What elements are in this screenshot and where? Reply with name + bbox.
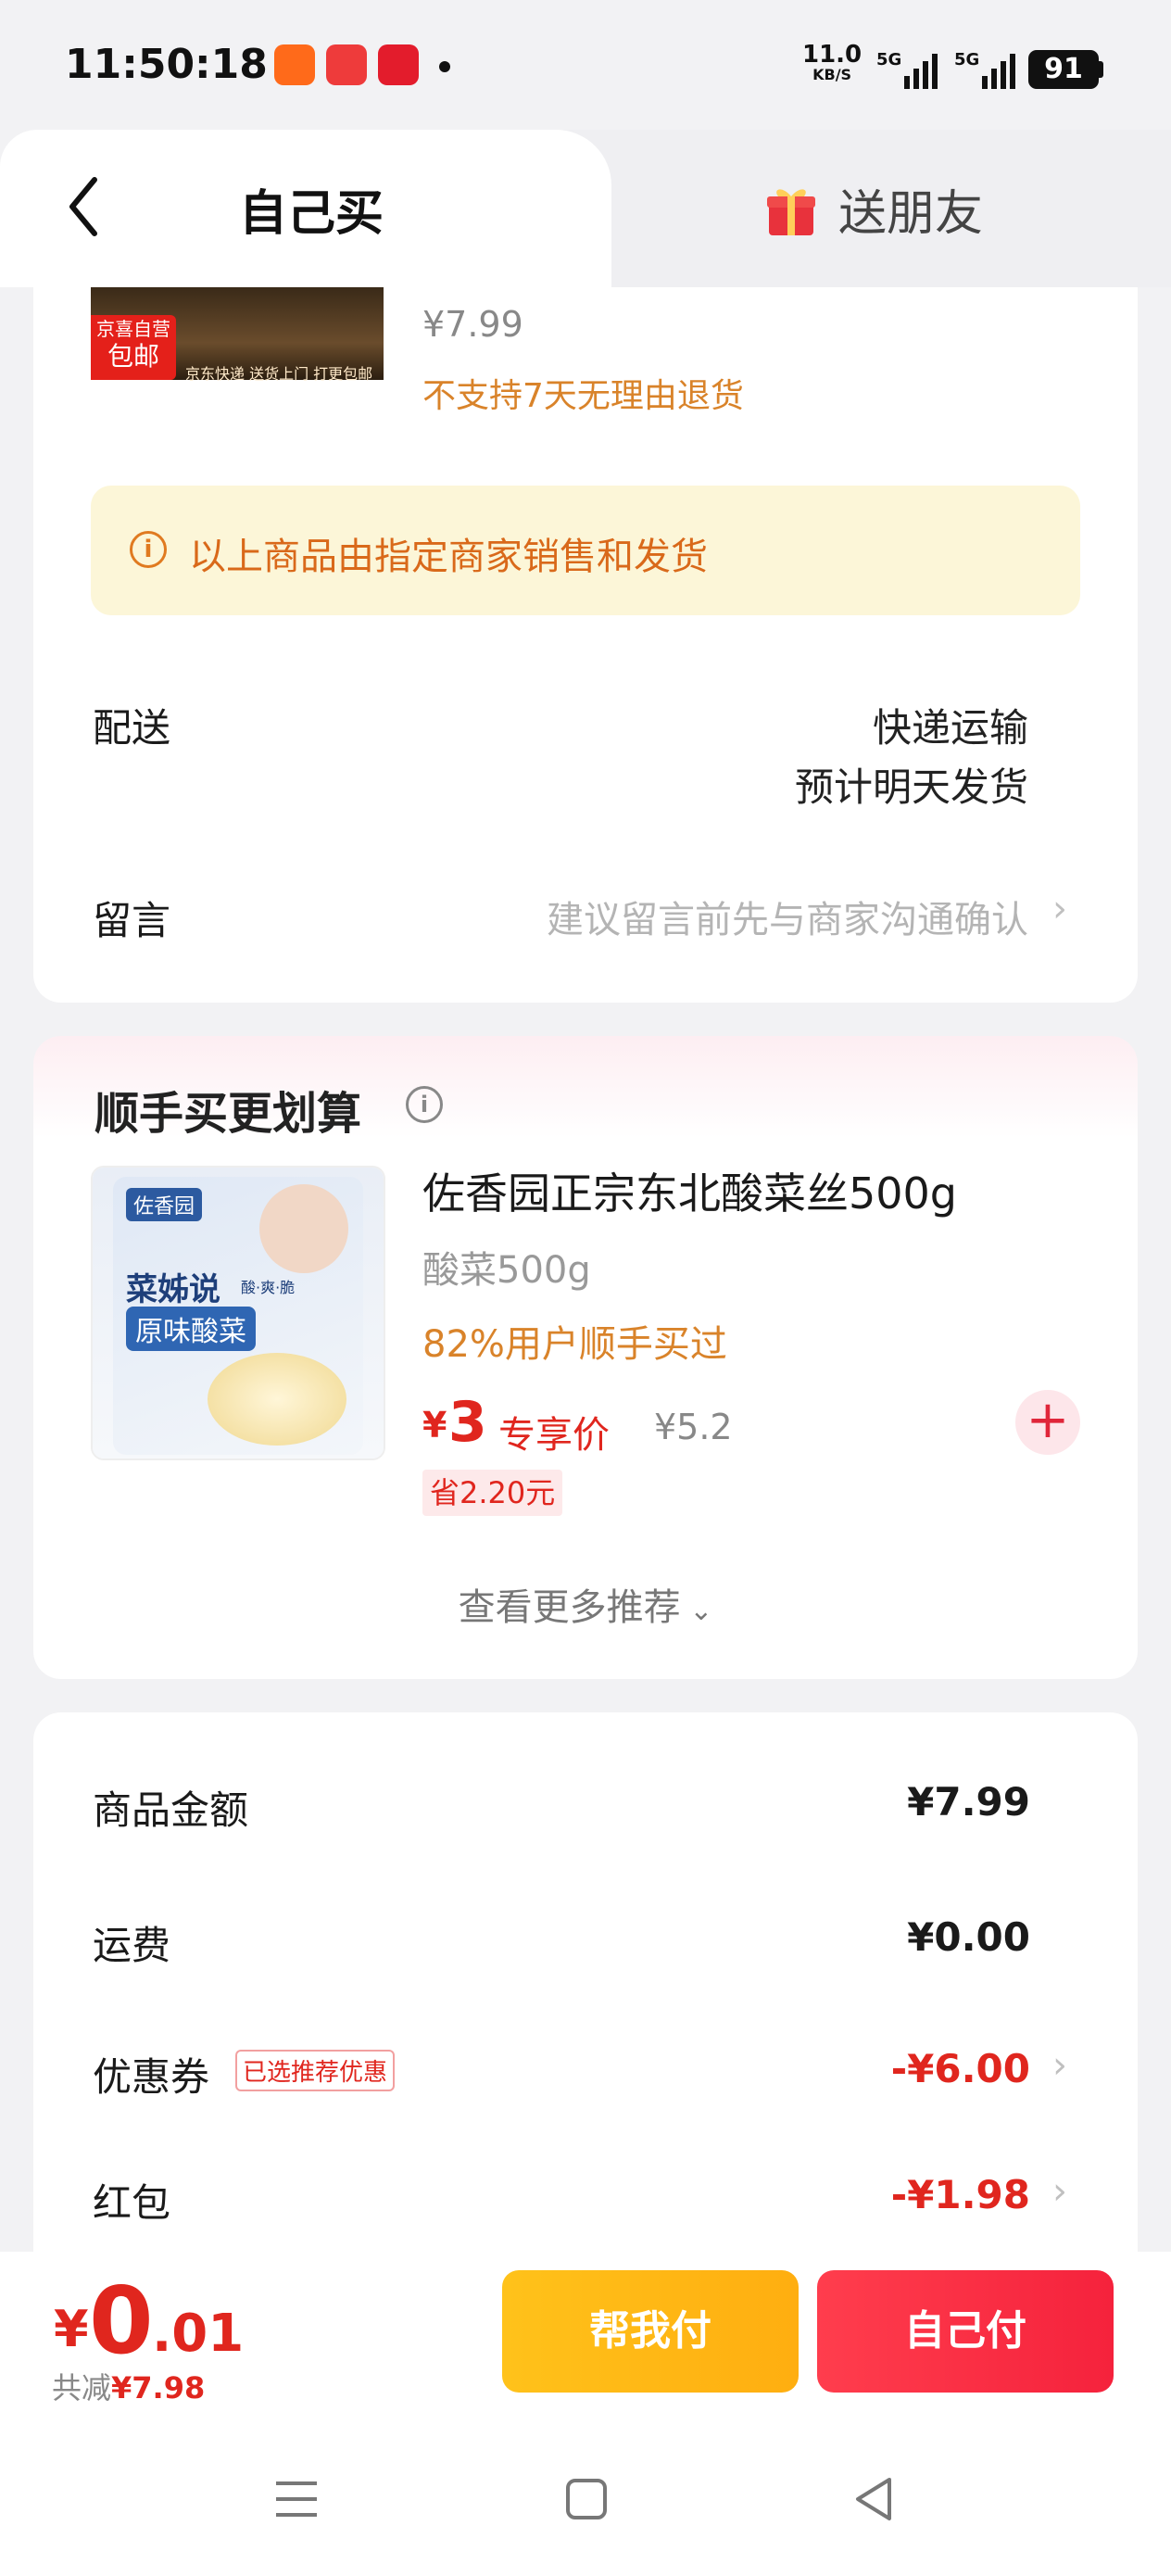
redpacket-value[interactable]: -¥1.98: [891, 2172, 1030, 2217]
clock: 11:50:18: [65, 41, 268, 88]
chevron-down-icon: ⌄: [680, 1595, 713, 1627]
coupon-value[interactable]: -¥6.00: [891, 2046, 1030, 2091]
save-badge: 省2.20元: [422, 1470, 563, 1516]
recommend-product-name[interactable]: 佐香园正宗东北酸菜丝500g: [422, 1160, 957, 1221]
recommend-product-image[interactable]: 佐香园 菜姊说 酸·爽·脆 原味酸菜: [91, 1166, 385, 1460]
badge-line2: 包邮: [107, 341, 159, 372]
message-label: 留言: [93, 898, 171, 943]
tab-self[interactable]: 自己买: [239, 174, 384, 244]
coupon-label: 优惠券: [93, 2054, 210, 2100]
pack-sub: 酸·爽·脆: [241, 1279, 296, 1296]
more-recommend-link[interactable]: 查看更多推荐 ⌄: [0, 1577, 1171, 1631]
total-integer: 0: [89, 2267, 154, 2375]
reduction-value: ¥7.98: [111, 2370, 206, 2406]
pack-brand: 佐香园: [126, 1188, 203, 1221]
signal-label: 5G: [876, 50, 901, 69]
delivery-eta: 预计明天发货: [794, 764, 1028, 810]
recommend-original-price: ¥5.2: [654, 1407, 733, 1447]
pack-line1: 菜姊说: [126, 1271, 220, 1308]
info-icon: i: [130, 531, 167, 568]
recommend-buy-rate: 82%用户顺手买过: [422, 1323, 727, 1366]
info-icon[interactable]: i: [406, 1086, 443, 1123]
self-operated-badge: 京喜自营 包邮: [91, 315, 176, 380]
battery-tip: [1099, 61, 1103, 78]
reduction-label: 共减: [52, 2370, 112, 2406]
pack-portrait: [259, 1184, 348, 1273]
shipping-value: ¥0.00: [907, 1914, 1030, 1960]
signal-icon: 5G: [876, 50, 938, 89]
menu-icon[interactable]: [274, 2476, 321, 2522]
self-pay-button[interactable]: 自己付: [817, 2270, 1114, 2393]
add-to-order-button[interactable]: +: [1015, 1390, 1080, 1455]
coupon-chip: 已选推荐优惠: [235, 2050, 396, 2091]
goods-amount-label: 商品金额: [93, 1787, 249, 1833]
redpacket-label: 红包: [93, 2180, 171, 2226]
more-recommend-label: 查看更多推荐: [458, 1586, 681, 1629]
signal-label: 5G: [954, 50, 979, 69]
product-price: ¥7.99: [422, 304, 523, 345]
total-decimal: .01: [152, 2304, 245, 2364]
badge-line1: 京喜自营: [96, 318, 170, 340]
home-icon[interactable]: [565, 2476, 608, 2522]
delivery-method: 快递运输: [872, 705, 1028, 751]
chevron-right-icon[interactable]: ›: [1052, 2170, 1067, 2213]
total-reduction: 共减¥7.98: [52, 2365, 205, 2407]
delivery-label: 配送: [93, 705, 171, 751]
chevron-right-icon[interactable]: ›: [1052, 2044, 1067, 2087]
recommend-price: 3: [448, 1390, 487, 1455]
goods-amount-value: ¥7.99: [907, 1779, 1030, 1825]
back-arrow-icon[interactable]: [65, 174, 102, 239]
app-notification-icon: [378, 44, 419, 85]
app-notification-icon: [274, 44, 315, 85]
image-caption: 京东快递 送货上门 打更包邮: [185, 365, 373, 383]
recommend-price-yen: ¥: [422, 1405, 447, 1446]
total-yen: ¥: [54, 2300, 89, 2358]
seller-notice-text: 以上商品由指定商家销售和发货: [189, 536, 708, 578]
pack-line2: 原味酸菜: [126, 1307, 256, 1351]
tab-friend[interactable]: 送朋友: [838, 174, 983, 244]
help-pay-button[interactable]: 帮我付: [502, 2270, 799, 2393]
recommend-title: 顺手买更划算: [94, 1088, 362, 1140]
more-notifications-dot: [439, 61, 450, 72]
return-policy: 不支持7天无理由退货: [422, 377, 744, 415]
battery-icon: 91: [1028, 50, 1099, 89]
signal-icon: 5G: [954, 50, 1015, 89]
back-icon[interactable]: [852, 2476, 895, 2522]
app-notification-icon: [326, 44, 367, 85]
network-speed: 11.0 KB/S: [802, 43, 862, 85]
chevron-right-icon[interactable]: ›: [1052, 888, 1067, 930]
gift-icon: [767, 189, 815, 235]
message-input[interactable]: 建议留言前先与商家沟通确认: [547, 890, 1028, 943]
recommend-price-tag: 专享价: [498, 1414, 610, 1457]
recommend-product-spec: 酸菜500g: [422, 1249, 591, 1292]
pack-food: [208, 1353, 346, 1446]
shipping-label: 运费: [93, 1923, 171, 1968]
